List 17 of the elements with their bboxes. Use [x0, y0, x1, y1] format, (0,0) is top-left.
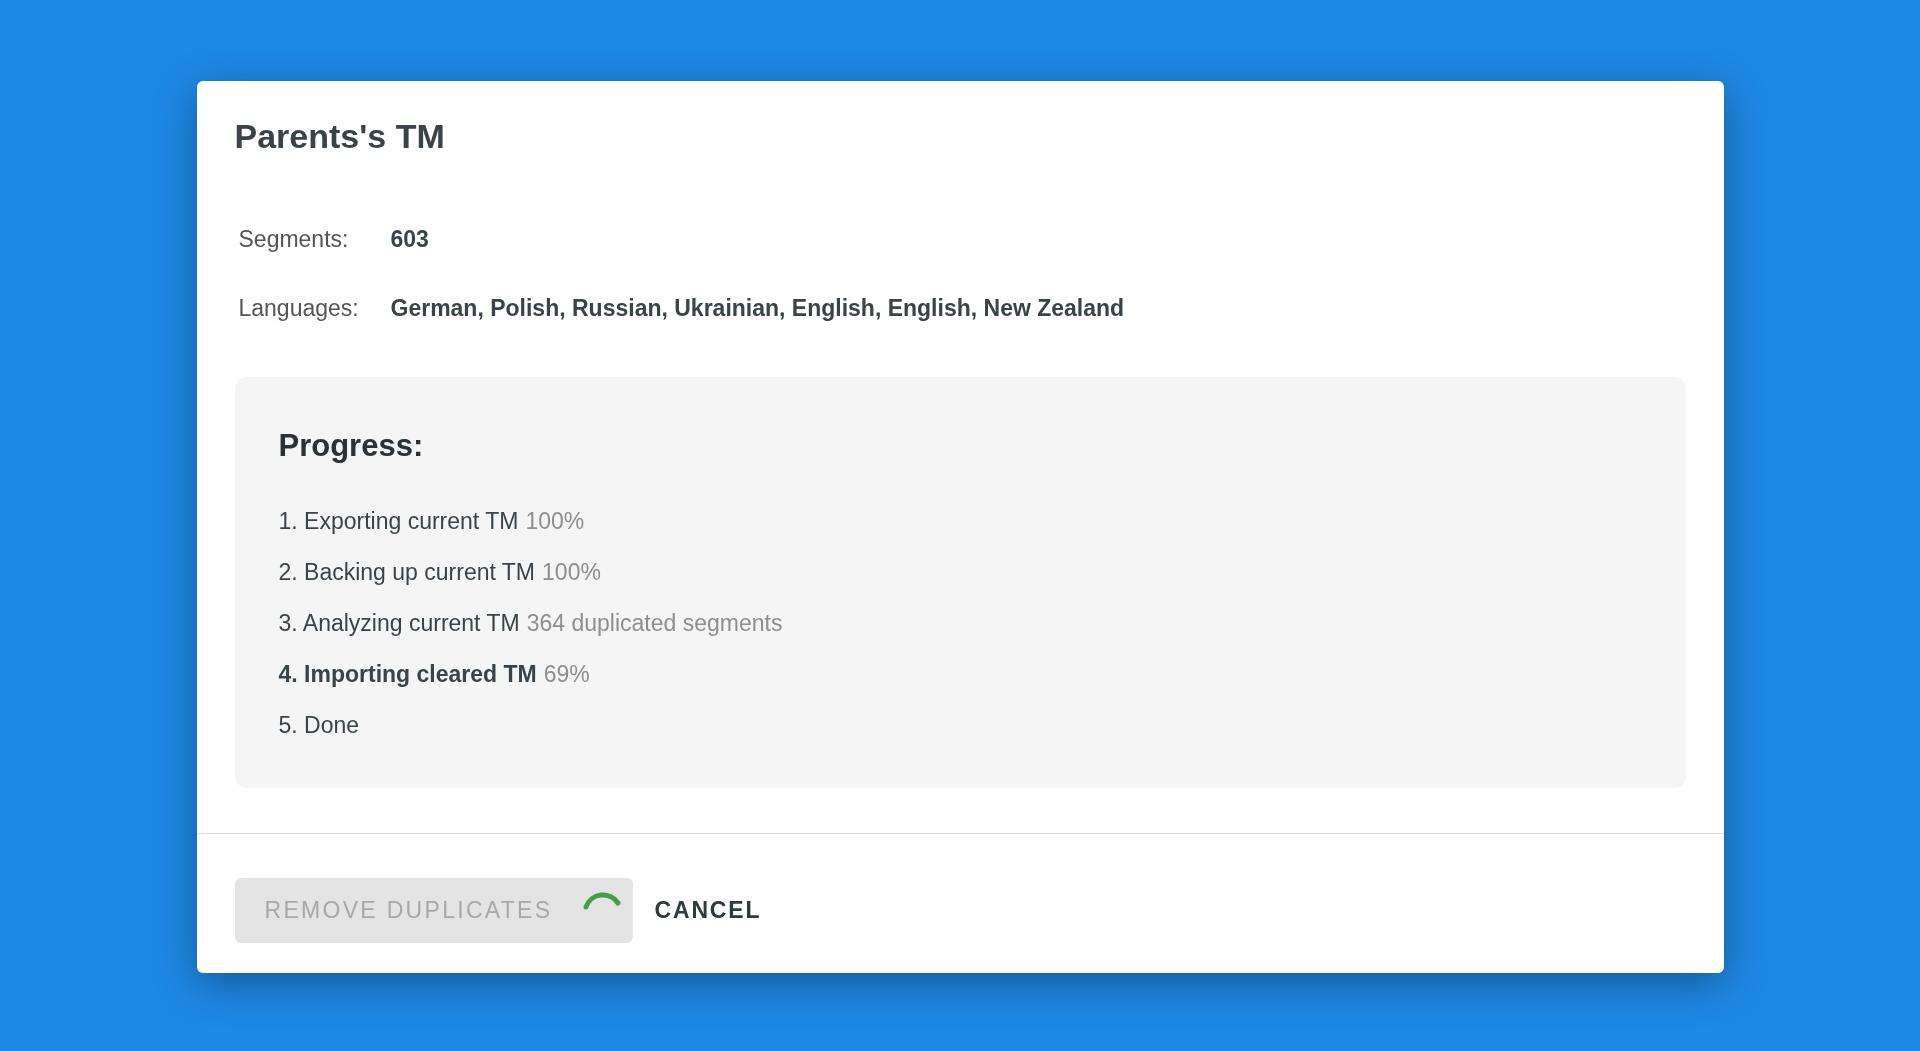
- progress-title: Progress:: [278, 427, 425, 465]
- info-label: Segments:: [238, 225, 350, 254]
- step-detail: 100%: [525, 507, 585, 535]
- info-value: 603: [390, 225, 429, 254]
- step-label: 2. Backing up current TM: [278, 558, 536, 586]
- loading-spinner-icon: [582, 890, 623, 911]
- cancel-button[interactable]: CANCEL: [634, 878, 782, 943]
- step-detail: 69%: [543, 660, 590, 688]
- step-label: 3. Analyzing current TM: [278, 609, 520, 637]
- info-value: German, Polish, Russian, Ukrainian, English, English, New Zealand: [390, 293, 1125, 323]
- step-detail: 364 duplicated segments: [526, 609, 783, 637]
- dialog-title: Parents's TM: [234, 116, 446, 157]
- step-label: 5. Done: [278, 711, 360, 739]
- step-label: 4. Importing cleared TM: [278, 660, 537, 688]
- info-label: Languages:: [238, 293, 360, 323]
- step-detail: 100%: [542, 558, 601, 586]
- step-label: 1. Exporting current TM: [278, 507, 519, 535]
